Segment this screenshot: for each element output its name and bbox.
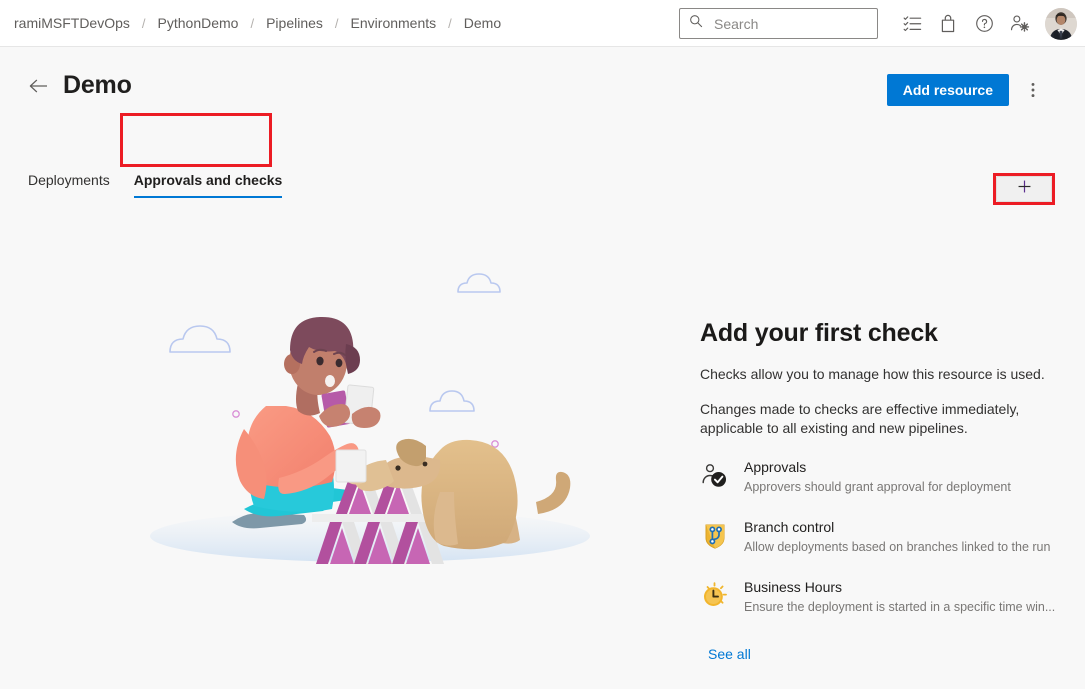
check-type-approvals[interactable]: Approvals Approvers should grant approva…: [700, 458, 1060, 496]
marketplace-bag-icon[interactable]: [930, 6, 966, 42]
see-all-link[interactable]: See all: [708, 646, 751, 662]
global-header: ramiMSFTDevOps / PythonDemo / Pipelines …: [0, 0, 1085, 47]
arrow-left-icon[interactable]: [28, 75, 50, 97]
breadcrumb-separator: /: [142, 16, 146, 31]
empty-state-paragraph-2: Changes made to checks are effective imm…: [700, 400, 1045, 438]
search-box[interactable]: [679, 8, 878, 39]
tasks-checklist-icon[interactable]: [894, 6, 930, 42]
search-icon: [689, 14, 703, 33]
page-header: Demo Add resource Deployments Approvals …: [0, 47, 1085, 169]
business-hours-clock-icon: [700, 581, 730, 611]
help-question-icon[interactable]: [966, 6, 1002, 42]
breadcrumb-item-pipelines[interactable]: Pipelines: [263, 13, 326, 33]
avatar[interactable]: [1045, 8, 1077, 40]
check-type-name: Approvals: [744, 458, 1011, 477]
add-check-button[interactable]: [996, 176, 1052, 202]
check-type-business-hours[interactable]: Business Hours Ensure the deployment is …: [700, 578, 1060, 616]
check-type-description: Approvers should grant approval for depl…: [744, 479, 1011, 496]
page-title: Demo: [63, 73, 132, 98]
check-type-text: Business Hours Ensure the deployment is …: [744, 578, 1055, 616]
empty-state-info: Add your first check Checks allow you to…: [700, 319, 1060, 664]
empty-state-illustration: [140, 264, 620, 564]
breadcrumb-separator: /: [335, 16, 339, 31]
breadcrumb: ramiMSFTDevOps / PythonDemo / Pipelines …: [11, 13, 504, 33]
empty-state-title: Add your first check: [700, 319, 1060, 348]
user-settings-icon[interactable]: [1002, 6, 1038, 42]
check-type-text: Branch control Allow deployments based o…: [744, 518, 1050, 556]
breadcrumb-item-demo[interactable]: Demo: [461, 13, 504, 33]
check-type-description: Allow deployments based on branches link…: [744, 539, 1050, 556]
check-type-text: Approvals Approvers should grant approva…: [744, 458, 1011, 496]
check-type-branch-control[interactable]: Branch control Allow deployments based o…: [700, 518, 1060, 556]
check-type-description: Ensure the deployment is started in a sp…: [744, 599, 1055, 616]
approvals-person-check-icon: [700, 461, 730, 491]
breadcrumb-separator: /: [448, 16, 452, 31]
breadcrumb-item-organization[interactable]: ramiMSFTDevOps: [11, 13, 133, 33]
branch-control-shield-icon: [700, 521, 730, 551]
breadcrumb-item-project[interactable]: PythonDemo: [155, 13, 242, 33]
search-input[interactable]: [712, 15, 868, 33]
empty-state-paragraph-1: Checks allow you to manage how this reso…: [700, 365, 1045, 384]
breadcrumb-item-environments[interactable]: Environments: [348, 13, 440, 33]
global-header-actions: [679, 0, 1077, 47]
check-type-list: Approvals Approvers should grant approva…: [700, 458, 1060, 616]
check-type-name: Branch control: [744, 518, 1050, 537]
plus-icon: [1018, 180, 1031, 198]
breadcrumb-separator: /: [250, 16, 254, 31]
add-resource-button[interactable]: Add resource: [887, 74, 1009, 106]
check-type-name: Business Hours: [744, 578, 1055, 597]
empty-state-container: Add your first check Checks allow you to…: [0, 169, 1085, 689]
page-title-row: Demo: [28, 73, 132, 98]
more-vertical-icon[interactable]: [1017, 74, 1049, 106]
